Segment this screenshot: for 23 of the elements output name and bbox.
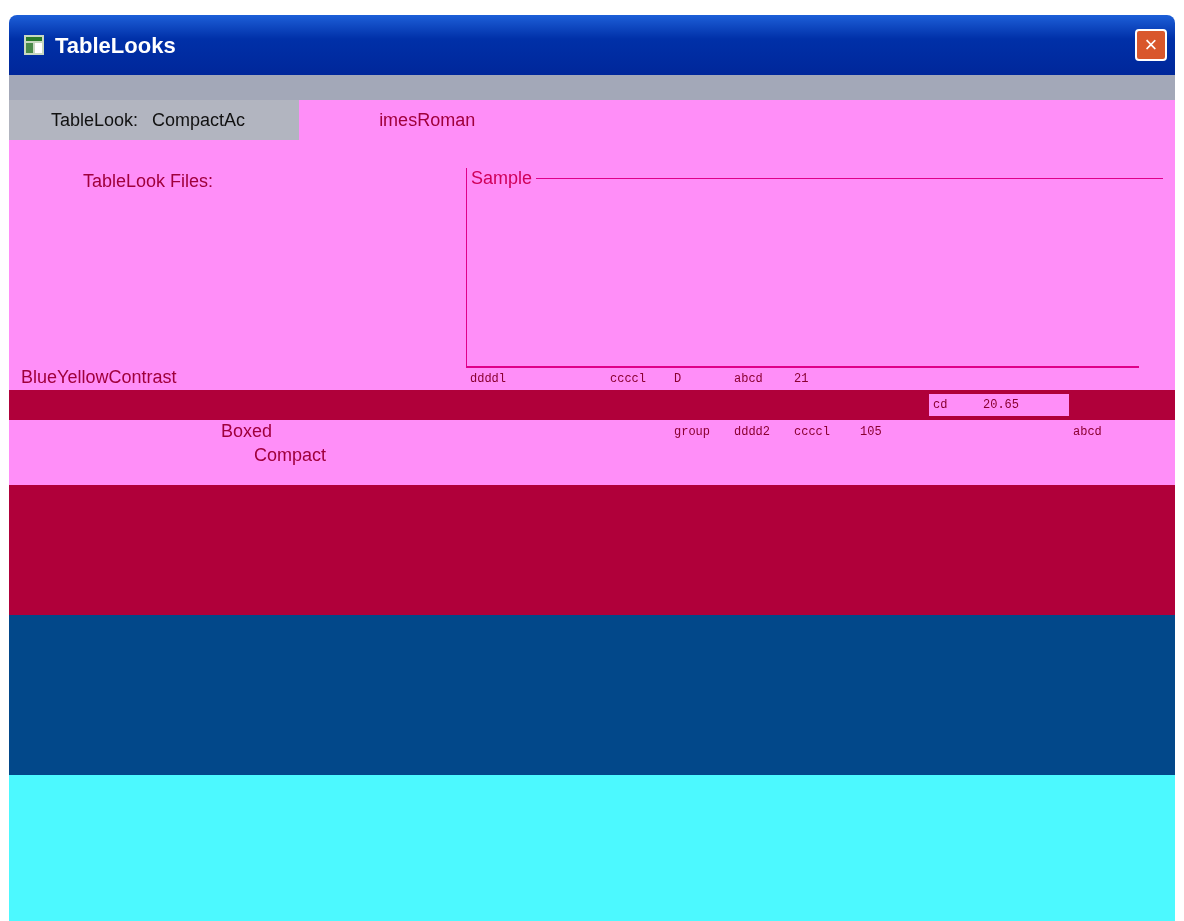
table-cell-text: ccccl [609, 371, 647, 388]
table-cell: cd [929, 394, 979, 416]
table-cell-text: 21 [793, 371, 810, 388]
sample-group-title: Sample [471, 168, 533, 190]
close-button[interactable]: × [1135, 29, 1167, 61]
window-title: TableLooks [55, 31, 176, 60]
file-list-item[interactable]: BlueYellowContrast [21, 366, 177, 390]
font-name: imesRoman [379, 108, 476, 132]
table-cell: 20.65 [979, 394, 1069, 416]
table-icon [23, 34, 45, 56]
table-cell-text: abcd [1072, 424, 1103, 441]
table-cell-text: abcd [733, 371, 764, 388]
files-label: TableLook Files: [83, 171, 214, 191]
tablelook-name: CompactAc [152, 108, 246, 132]
file-list-item[interactable]: Boxed [221, 420, 273, 444]
table-cell-text: 105 [859, 424, 883, 441]
table-cell-text: ddddl [469, 371, 507, 388]
tablelook-label: TableLook: [51, 108, 139, 132]
table-cell-text: D [673, 371, 683, 388]
table-cell-text: ccccl [793, 424, 831, 441]
table-cell-text: dddd2 [733, 424, 771, 441]
file-list-item[interactable]: Compact [254, 444, 327, 468]
table-cell-text: group [673, 424, 711, 441]
